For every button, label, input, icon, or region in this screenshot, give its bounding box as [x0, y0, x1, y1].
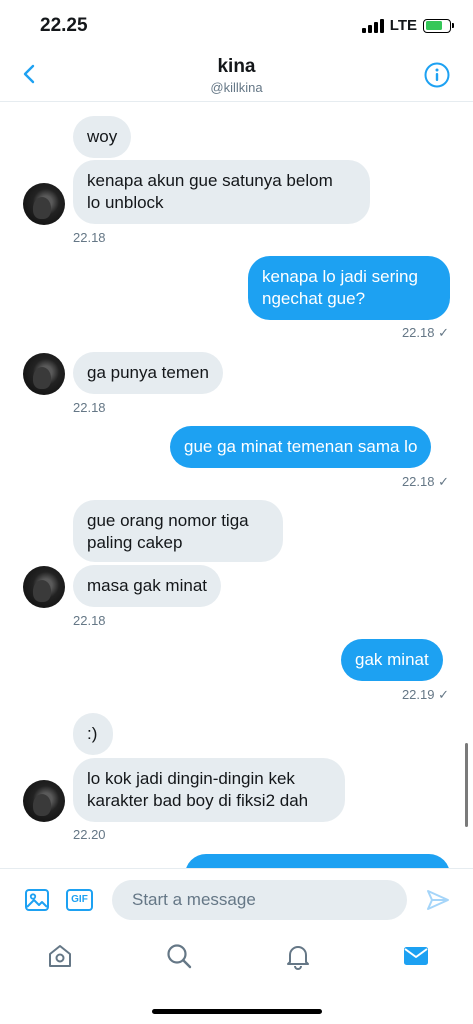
conversation-name: kina — [217, 56, 256, 77]
status-bar: 22.25 LTE — [0, 0, 473, 50]
mail-icon[interactable] — [402, 942, 430, 970]
message-timestamp: 22.18 — [73, 230, 106, 245]
message-timestamp: 22.19 ✓ — [401, 687, 449, 702]
message-bubble: kenapa akun gue satunya belom lo unblock — [73, 160, 370, 224]
message-input[interactable] — [112, 880, 407, 920]
message-bubble: lo kok jadi dingin-dingin kek karakter b… — [73, 758, 345, 822]
home-indicator — [152, 1009, 322, 1014]
avatar[interactable] — [23, 183, 65, 225]
message-timestamp: 22.18 — [73, 613, 106, 628]
message-composer: GIF — [0, 868, 473, 930]
message-timestamp: 22.18 ✓ — [401, 474, 449, 489]
conversation-handle: @killkina — [210, 80, 263, 95]
gif-icon[interactable]: GIF — [66, 889, 93, 911]
search-icon[interactable] — [165, 942, 193, 970]
message-timestamp: 22.18 ✓ — [401, 325, 449, 340]
send-icon[interactable] — [425, 887, 451, 913]
message-bubble: gue ga minat temenan sama lo — [170, 426, 432, 468]
message-bubble: gue orang nomor tiga paling cakep — [73, 500, 283, 562]
message-bubble: gak minat — [341, 639, 443, 681]
message-list[interactable]: woy kenapa akun gue satunya belom lo unb… — [0, 103, 473, 868]
message-bubble: kenapa lo jadi sering ngechat gue? — [248, 256, 450, 320]
bell-icon[interactable] — [284, 942, 312, 970]
status-time: 22.25 — [40, 15, 88, 36]
image-icon[interactable] — [24, 887, 50, 913]
status-indicators: LTE — [361, 17, 454, 34]
avatar[interactable] — [23, 780, 65, 822]
message-bubble: masa gak minat — [73, 565, 221, 607]
info-icon[interactable] — [424, 62, 450, 88]
avatar[interactable] — [23, 353, 65, 395]
scrollbar[interactable] — [465, 743, 468, 827]
conversation-header: kina @killkina — [0, 50, 473, 102]
network-label: LTE — [389, 17, 417, 34]
message-timestamp: 22.18 — [73, 400, 106, 415]
signal-icon — [361, 18, 384, 33]
message-timestamp: 22.20 — [73, 827, 106, 842]
message-bubble: woy — [73, 116, 132, 158]
home-icon[interactable] — [46, 942, 74, 970]
message-bubble: ga punya temen — [73, 352, 223, 394]
avatar[interactable] — [23, 566, 65, 608]
message-bubble-partial — [185, 854, 450, 868]
tab-bar — [0, 930, 473, 1024]
message-bubble: :) — [73, 713, 113, 755]
battery-icon — [423, 18, 454, 33]
